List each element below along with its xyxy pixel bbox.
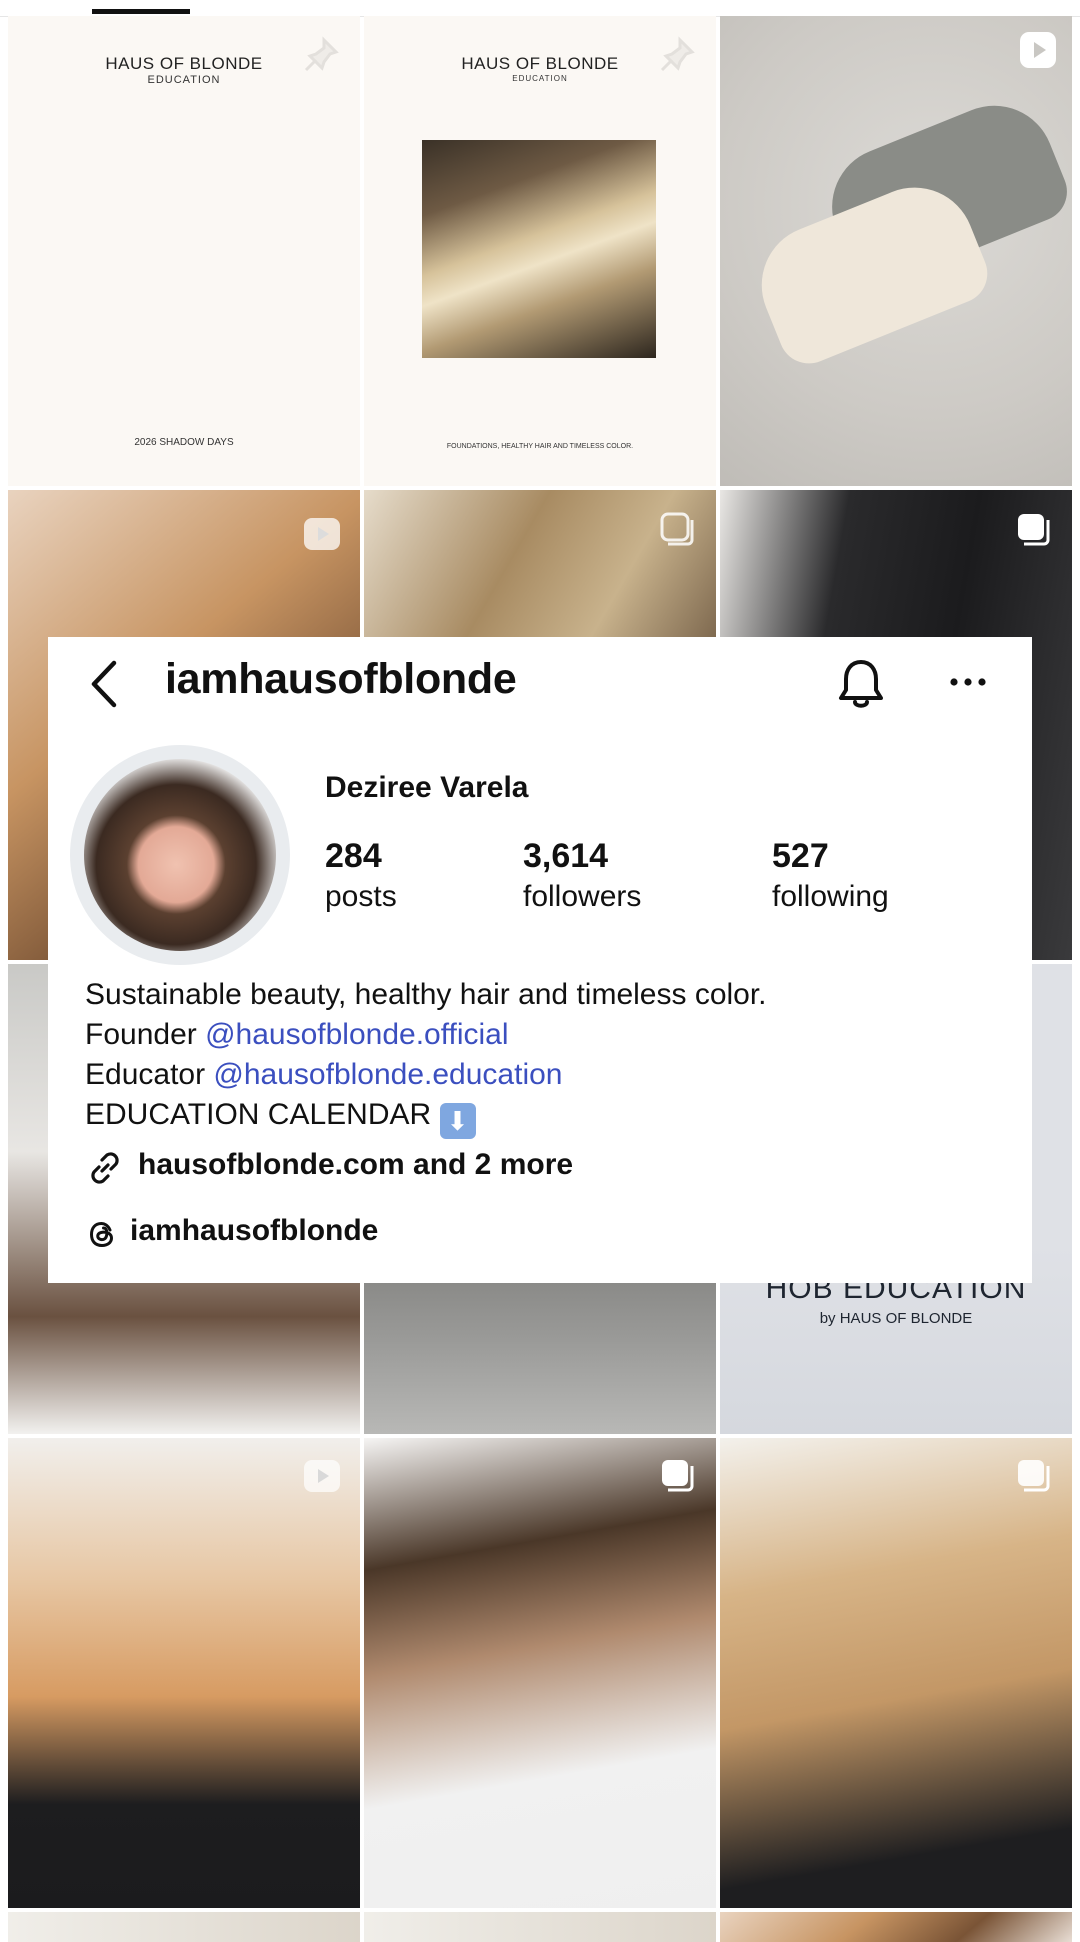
carousel-icon (1018, 514, 1050, 546)
avatar-ring[interactable] (70, 745, 290, 965)
grid-post-13[interactable] (8, 1912, 360, 1942)
bio-prefix: Educator (85, 1058, 214, 1091)
carousel-icon (660, 512, 694, 546)
threads-username: iamhausofblonde (130, 1214, 379, 1247)
posts-label: posts (325, 880, 397, 913)
followers-stat[interactable]: 3,614 followers (523, 837, 641, 914)
threads-icon (89, 1221, 114, 1248)
hair-photo (422, 140, 656, 358)
avatar (84, 759, 276, 951)
bio-prefix: Founder (85, 1018, 206, 1051)
post-footer: 2026 SHADOW DAYS (134, 437, 234, 448)
carousel-icon (662, 1460, 694, 1492)
reel-icon (304, 1460, 340, 1492)
educator-mention-link[interactable]: @hausofblonde.education (213, 1058, 562, 1091)
profile-card: iamhausofblonde Deziree Varela 284 posts… (48, 637, 1032, 1283)
more-icon[interactable] (948, 667, 988, 697)
back-arrow-icon[interactable] (86, 659, 122, 709)
bio-line: Sustainable beauty, healthy hair and tim… (85, 978, 767, 1011)
grid-post-14[interactable] (364, 1912, 716, 1942)
bell-icon[interactable] (836, 657, 886, 711)
post-subtitle: EDUCATION (512, 74, 568, 83)
website-link-text: hausofblonde.com and 2 more (138, 1148, 574, 1181)
post-subtitle: by HAUS OF BLONDE (819, 1310, 973, 1327)
posts-count: 284 (325, 837, 382, 875)
grid-post-10[interactable] (8, 1438, 360, 1908)
followers-count: 3,614 (523, 837, 609, 875)
tab-indicator-grid[interactable] (92, 9, 190, 14)
grid-post-11[interactable] (364, 1438, 716, 1908)
profile-tab-bar (0, 0, 1080, 17)
posts-stat[interactable]: 284 posts (325, 837, 397, 914)
reel-icon (1020, 32, 1056, 68)
founder-mention-link[interactable]: @hausofblonde.official (205, 1018, 508, 1051)
grid-post-1[interactable]: HAUS OF BLONDE EDUCATION 2026 SHADOW DAY… (8, 16, 360, 486)
display-name: Deziree Varela (325, 771, 529, 804)
grid-post-2[interactable]: HAUS OF BLONDE EDUCATION FOUNDATIONS, HE… (364, 16, 716, 486)
following-count: 527 (772, 837, 829, 875)
bio-line: Founder @hausofblonde.official (85, 1015, 767, 1055)
post-subtitle: EDUCATION (147, 74, 221, 86)
down-arrow-emoji-icon: ⬇ (439, 1103, 476, 1139)
pin-icon (304, 36, 339, 72)
bio-text: EDUCATION CALENDAR (85, 1098, 440, 1131)
bio-line: Educator @hausofblonde.education (85, 1055, 767, 1095)
grid-post-12[interactable] (720, 1438, 1072, 1908)
grid-post-3[interactable] (720, 16, 1072, 486)
following-label: following (772, 880, 889, 913)
followers-label: followers (523, 880, 642, 913)
link-icon (91, 1152, 119, 1184)
profile-username: iamhausofblonde (165, 655, 517, 703)
grid-post-15[interactable] (720, 1912, 1072, 1942)
reel-icon (304, 518, 340, 550)
following-stat[interactable]: 527 following (772, 837, 889, 914)
profile-bio: Sustainable beauty, healthy hair and tim… (85, 975, 767, 1139)
bio-line: EDUCATION CALENDAR ⬇ (85, 1095, 767, 1139)
post-footer: FOUNDATIONS, HEALTHY HAIR AND TIMELESS C… (446, 443, 634, 450)
carousel-icon (1018, 1460, 1050, 1492)
pin-icon (660, 36, 695, 72)
